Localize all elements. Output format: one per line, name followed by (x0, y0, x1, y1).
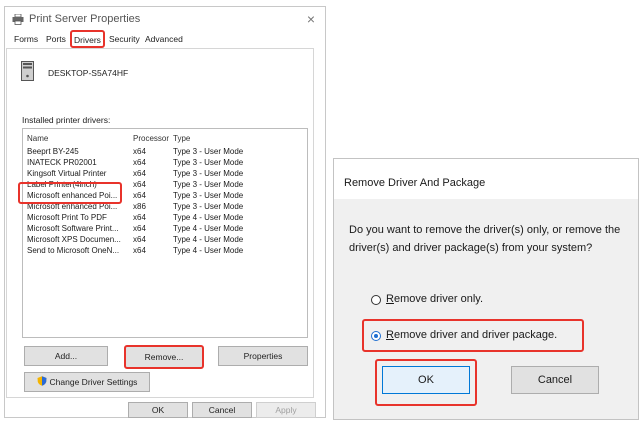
tab-security[interactable]: Security (107, 32, 142, 46)
list-item[interactable]: Send to Microsoft OneN... x64 Type 4 - U… (23, 245, 307, 256)
properties-button[interactable]: Properties (218, 346, 308, 366)
driver-processor: x64 (133, 235, 146, 244)
tab-advanced[interactable]: Advanced (143, 32, 185, 46)
driver-type: Type 4 - User Mode (173, 224, 244, 233)
driver-list[interactable]: Name Processor Type Beeprt BY-245 x64 Ty… (22, 128, 308, 338)
driver-processor: x64 (133, 213, 146, 222)
computer-icon (21, 61, 34, 81)
driver-processor: x86 (133, 202, 146, 211)
driver-processor: x64 (133, 158, 146, 167)
driver-type: Type 3 - User Mode (173, 147, 244, 156)
title-bar: Print Server Properties × (5, 7, 325, 33)
dialog-cancel-button[interactable]: Cancel (511, 366, 599, 394)
driver-type: Type 3 - User Mode (173, 169, 244, 178)
driver-processor: x64 (133, 191, 146, 200)
ok-button[interactable]: OK (128, 402, 188, 418)
driver-type: Type 4 - User Mode (173, 246, 244, 255)
list-item[interactable]: Microsoft XPS Documen... x64 Type 4 - Us… (23, 234, 307, 245)
tab-ports[interactable]: Ports (44, 32, 68, 46)
close-button[interactable]: × (303, 11, 319, 27)
list-item[interactable]: Microsoft Software Print... x64 Type 4 -… (23, 223, 307, 234)
driver-name: Kingsoft Virtual Printer (27, 169, 107, 178)
driver-type: Type 4 - User Mode (173, 235, 244, 244)
driver-name: Microsoft XPS Documen... (27, 235, 121, 244)
change-driver-settings-label: Change Driver Settings (49, 377, 138, 387)
printer-icon (12, 14, 24, 25)
change-driver-settings-button[interactable]: Change Driver Settings (24, 372, 150, 392)
driver-name: Microsoft Software Print... (27, 224, 119, 233)
selected-option-highlight (362, 319, 584, 352)
driver-type: Type 3 - User Mode (173, 158, 244, 167)
cancel-button[interactable]: Cancel (192, 402, 252, 418)
driver-processor: x64 (133, 147, 146, 156)
list-item[interactable]: Kingsoft Virtual Printer x64 Type 3 - Us… (23, 168, 307, 179)
driver-name: Microsoft Print To PDF (27, 213, 107, 222)
ok-button-highlight (375, 359, 477, 406)
driver-name: INATECK PR02001 (27, 158, 97, 167)
server-name: DESKTOP-S5A74HF (48, 68, 129, 78)
list-item[interactable]: Microsoft Print To PDF x64 Type 4 - User… (23, 212, 307, 223)
tab-drivers[interactable]: Drivers (70, 30, 105, 48)
driver-processor: x64 (133, 224, 146, 233)
driver-type: Type 3 - User Mode (173, 202, 244, 211)
driver-processor: x64 (133, 169, 146, 178)
dialog-title: Remove Driver And Package (344, 177, 486, 189)
remove-driver-only-label[interactable]: Remove driver only. (386, 293, 483, 305)
list-header: Name Processor Type (23, 133, 307, 144)
column-processor[interactable]: Processor (133, 133, 169, 144)
apply-button[interactable]: Apply (256, 402, 316, 418)
driver-processor: x64 (133, 180, 146, 189)
driver-name: Send to Microsoft OneN... (27, 246, 120, 255)
remove-button[interactable]: Remove... (124, 345, 204, 369)
remove-driver-only-radio[interactable] (371, 295, 381, 305)
installed-drivers-label: Installed printer drivers: (22, 115, 111, 125)
column-name[interactable]: Name (27, 133, 129, 144)
uac-shield-icon (37, 376, 47, 386)
dialog-title-bar: Remove Driver And Package (334, 159, 638, 199)
selected-driver-highlight (18, 182, 122, 204)
list-item[interactable]: Beeprt BY-245 x64 Type 3 - User Mode (23, 146, 307, 157)
list-item[interactable]: INATECK PR02001 x64 Type 3 - User Mode (23, 157, 307, 168)
dialog-question: Do you want to remove the driver(s) only… (349, 224, 621, 254)
driver-type: Type 4 - User Mode (173, 213, 244, 222)
window-title: Print Server Properties (29, 13, 141, 25)
driver-processor: x64 (133, 246, 146, 255)
driver-type: Type 3 - User Mode (173, 180, 244, 189)
driver-type: Type 3 - User Mode (173, 191, 244, 200)
driver-name: Beeprt BY-245 (27, 147, 79, 156)
tab-forms[interactable]: Forms (12, 32, 40, 46)
add-button[interactable]: Add... (24, 346, 108, 366)
column-type[interactable]: Type (173, 133, 190, 144)
